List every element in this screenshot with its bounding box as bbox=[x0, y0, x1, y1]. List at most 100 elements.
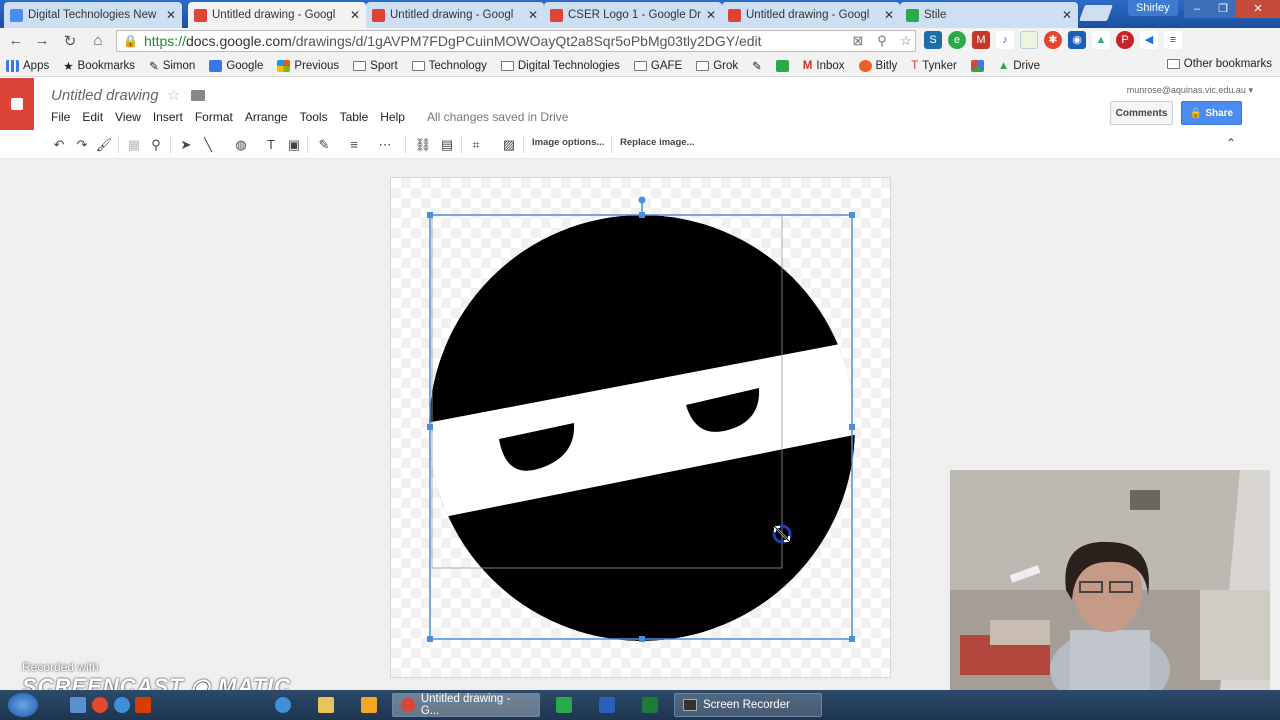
redo-icon[interactable]: ↷ bbox=[73, 136, 91, 154]
blocked-popup-icon[interactable]: ⊠ bbox=[849, 33, 867, 49]
image-icon[interactable]: ▣ bbox=[285, 136, 303, 154]
line-icon[interactable]: ╲ bbox=[199, 136, 217, 154]
lastpass-extension-icon[interactable]: ✱ bbox=[1044, 31, 1062, 49]
shape-icon[interactable]: ◍ bbox=[232, 136, 250, 154]
menu-file[interactable]: File bbox=[51, 110, 70, 124]
browser-tab-3[interactable]: Untitled drawing - Googl ✕ bbox=[366, 2, 544, 28]
bookmark-simon[interactable]: ✎ Simon bbox=[149, 59, 195, 73]
resize-handle-ne[interactable] bbox=[849, 212, 855, 218]
paint-format-icon[interactable]: 🖌 bbox=[95, 136, 113, 154]
resize-handle-e[interactable] bbox=[849, 424, 855, 430]
forward-arrow-icon[interactable]: → bbox=[30, 32, 54, 49]
crop-icon[interactable]: ⌗ bbox=[467, 136, 485, 154]
bookmark-other[interactable]: Other bookmarks bbox=[1166, 58, 1272, 70]
evernote-extension-icon[interactable]: e bbox=[948, 31, 966, 49]
document-title[interactable]: Untitled drawing bbox=[51, 87, 159, 104]
browser-tab-1[interactable]: Digital Technologies New ✕ bbox=[4, 2, 182, 28]
bookmark-bookmarks[interactable]: ★ Bookmarks bbox=[63, 59, 135, 73]
bookmark-tynker[interactable]: T Tynker bbox=[911, 60, 957, 72]
select-arrow-icon[interactable]: ➤ bbox=[177, 136, 195, 154]
pinterest-extension-icon[interactable]: P bbox=[1116, 31, 1134, 49]
alt-text-icon[interactable]: ▤ bbox=[438, 136, 456, 154]
grid-icon[interactable]: ▦ bbox=[125, 136, 143, 154]
link-icon[interactable]: ⛓ bbox=[414, 136, 432, 154]
bookmark-gafe[interactable]: GAFE bbox=[633, 60, 682, 72]
replace-image-button[interactable]: Replace image... bbox=[620, 137, 694, 148]
browser-tab-6[interactable]: Stile ✕ bbox=[900, 2, 1078, 28]
minimize-icon[interactable]: – bbox=[1184, 0, 1210, 18]
close-icon[interactable]: ✕ bbox=[166, 8, 176, 22]
internet-explorer-icon[interactable] bbox=[275, 697, 291, 713]
close-icon[interactable]: ✕ bbox=[884, 8, 894, 22]
drawings-logo-icon[interactable] bbox=[0, 78, 34, 130]
maximize-icon[interactable]: ❐ bbox=[1210, 0, 1236, 18]
address-bar[interactable]: 🔒 https://docs.google.com/drawings/d/1gA… bbox=[116, 30, 916, 52]
megaphone-extension-icon[interactable]: ◀ bbox=[1140, 31, 1158, 49]
bookmark-pencil[interactable]: ✎ bbox=[752, 59, 762, 73]
bookmark-inbox[interactable]: M Inbox bbox=[803, 60, 845, 72]
menu-insert[interactable]: Insert bbox=[153, 110, 183, 124]
zoom-icon[interactable]: ⚲ bbox=[873, 33, 891, 49]
comments-button[interactable]: Comments bbox=[1110, 101, 1173, 125]
bookmark-apps[interactable]: Apps bbox=[6, 59, 49, 72]
zoom-icon[interactable]: ⚲ bbox=[147, 136, 165, 154]
undo-icon[interactable]: ↶ bbox=[50, 136, 68, 154]
profile-button[interactable]: Shirley bbox=[1128, 0, 1178, 16]
resize-handle-se[interactable] bbox=[849, 636, 855, 642]
s-extension-icon[interactable]: S bbox=[924, 31, 942, 49]
chrome-icon[interactable] bbox=[92, 697, 108, 713]
bookmark-google[interactable]: Google bbox=[209, 59, 263, 72]
new-tab-button[interactable] bbox=[1079, 5, 1113, 21]
star-icon[interactable]: ☆ bbox=[167, 86, 180, 104]
bookmark-sport[interactable]: Sport bbox=[353, 60, 398, 72]
browser-tab-4[interactable]: CSER Logo 1 - Google Dr ✕ bbox=[544, 2, 722, 28]
border-color-icon[interactable]: ✎ bbox=[315, 136, 333, 154]
image-options-button[interactable]: Image options... bbox=[532, 137, 604, 148]
menu-format[interactable]: Format bbox=[195, 110, 233, 124]
desktop-icon[interactable] bbox=[70, 697, 86, 713]
menu-icon[interactable]: ≡ bbox=[1164, 31, 1182, 49]
menu-edit[interactable]: Edit bbox=[82, 110, 103, 124]
bookmark-star-icon[interactable]: ☆ bbox=[897, 33, 915, 49]
account-email[interactable]: munrose@aquinas.vic.edu.au ▾ bbox=[1127, 85, 1253, 96]
rotate-handle[interactable] bbox=[638, 196, 646, 204]
back-arrow-icon[interactable]: ← bbox=[4, 32, 28, 49]
home-icon[interactable]: ⌂ bbox=[86, 32, 110, 49]
resize-handle-s[interactable] bbox=[639, 636, 645, 642]
bookmark-puzzle[interactable] bbox=[970, 59, 984, 72]
resize-handle-sw[interactable] bbox=[427, 636, 433, 642]
start-button[interactable] bbox=[8, 693, 38, 717]
bookmark-digital-technologies[interactable]: Digital Technologies bbox=[500, 60, 620, 72]
music-extension-icon[interactable]: ♪ bbox=[996, 31, 1014, 49]
bookmark-previous[interactable]: Previous bbox=[277, 59, 339, 72]
file-explorer-icon[interactable] bbox=[318, 697, 334, 713]
ninja-face-image[interactable] bbox=[391, 178, 892, 679]
blank-extension-icon[interactable] bbox=[1020, 31, 1038, 49]
calculator-icon[interactable] bbox=[556, 697, 572, 713]
gmail-extension-icon[interactable]: M bbox=[972, 31, 990, 49]
folder-icon[interactable] bbox=[191, 90, 205, 101]
drawing-page[interactable] bbox=[390, 177, 891, 678]
resize-handle-nw[interactable] bbox=[427, 212, 433, 218]
bookmark-green-app[interactable] bbox=[775, 59, 789, 72]
task-screen-recorder[interactable]: Screen Recorder bbox=[674, 693, 822, 717]
ie-small-icon[interactable] bbox=[114, 697, 130, 713]
close-icon[interactable]: ✕ bbox=[1062, 8, 1072, 22]
share-button[interactable]: 🔒 Share bbox=[1181, 101, 1242, 125]
menu-view[interactable]: View bbox=[115, 110, 141, 124]
border-weight-icon[interactable]: ≡ bbox=[345, 136, 363, 154]
close-icon[interactable]: ✕ bbox=[528, 8, 538, 22]
location-extension-icon[interactable]: ◉ bbox=[1068, 31, 1086, 49]
task-untitled-drawing[interactable]: Untitled drawing - G... bbox=[392, 693, 540, 717]
reload-icon[interactable]: ↻ bbox=[58, 32, 82, 50]
media-player-icon[interactable] bbox=[361, 697, 377, 713]
word-icon[interactable] bbox=[599, 697, 615, 713]
bookmark-bitly[interactable]: Bitly bbox=[858, 59, 897, 72]
excel-icon[interactable] bbox=[642, 697, 658, 713]
close-icon[interactable]: ✕ bbox=[706, 8, 716, 22]
reset-image-icon[interactable]: ▨ bbox=[500, 136, 518, 154]
bookmark-technology[interactable]: Technology bbox=[411, 60, 487, 72]
menu-help[interactable]: Help bbox=[380, 110, 405, 124]
bookmark-grok[interactable]: Grok bbox=[696, 60, 738, 72]
window-close-icon[interactable]: ✕ bbox=[1236, 0, 1280, 18]
